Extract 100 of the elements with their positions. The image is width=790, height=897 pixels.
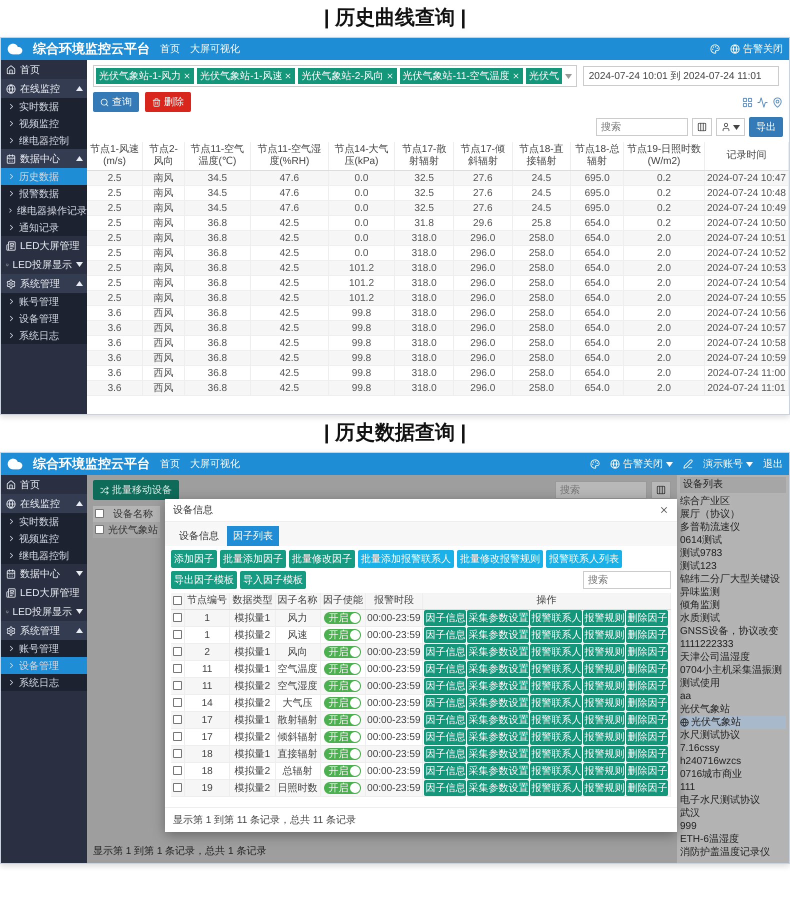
palette-icon[interactable] (590, 459, 600, 469)
checkbox[interactable] (95, 525, 104, 534)
row-action-button[interactable]: 采集参数设置 (467, 627, 530, 643)
checkbox[interactable] (173, 715, 182, 724)
row-action-button[interactable]: 删除因子 (626, 678, 668, 694)
action-button[interactable]: 批量修改因子 (289, 550, 355, 568)
row-action-button[interactable]: 报警联系人 (530, 610, 582, 626)
sidebar-item[interactable]: 首页 (1, 475, 87, 494)
filter-tag[interactable]: 光伏气 (526, 68, 562, 84)
sidebar-item[interactable]: 首页 (1, 60, 87, 79)
checkbox[interactable] (173, 630, 182, 640)
checkbox[interactable] (173, 783, 182, 792)
sidebar-item[interactable]: LED大屏管理 (1, 236, 87, 255)
row-action-button[interactable]: 采集参数设置 (467, 695, 530, 711)
row-action-button[interactable]: 因子信息 (424, 661, 466, 677)
device-item[interactable]: 1111222333 (680, 638, 786, 651)
nav-link[interactable]: 大屏可视化 (190, 42, 240, 56)
device-item[interactable]: 消防护盖温度记录仪 (680, 846, 786, 859)
device-item[interactable]: 测试使用 (680, 677, 786, 690)
device-item[interactable]: 测试9783 (680, 547, 786, 560)
action-button[interactable]: 报警联系人列表 (546, 550, 622, 568)
sidebar-subitem[interactable]: 继电器控制 (1, 547, 87, 564)
sidebar-subitem[interactable]: 继电器控制 (1, 132, 87, 149)
row-action-button[interactable]: 报警规则 (583, 695, 626, 711)
device-item[interactable]: 7.16cssy (680, 742, 786, 755)
device-item[interactable]: 武汉 (680, 807, 786, 820)
row-action-button[interactable]: 删除因子 (626, 746, 668, 762)
row-action-button[interactable]: 因子信息 (424, 678, 466, 694)
row-action-button[interactable]: 采集参数设置 (467, 780, 530, 796)
search-field[interactable]: 搜索 (596, 118, 688, 136)
action-button[interactable]: 导入因子模板 (240, 571, 306, 589)
row-action-button[interactable]: 删除因子 (626, 780, 668, 796)
device-item[interactable]: 多普勒流速仪 (680, 521, 786, 534)
tab[interactable]: 因子列表 (227, 526, 279, 546)
sidebar-item[interactable]: 数据中心 (1, 149, 87, 168)
search-field[interactable]: 搜索 (583, 571, 671, 589)
close-icon[interactable] (659, 505, 669, 515)
row-action-button[interactable]: 因子信息 (424, 695, 466, 711)
alarm-toggle[interactable]: 告警关闭 (610, 457, 673, 471)
sidebar-item[interactable]: LED投屏显示 (1, 255, 87, 274)
sidebar-subitem[interactable]: 通知记录 (1, 219, 87, 236)
sidebar-item[interactable]: LED投屏显示 (1, 602, 87, 621)
sidebar-item[interactable]: 在线监控 (1, 494, 87, 513)
row-action-button[interactable]: 报警规则 (583, 627, 626, 643)
device-item[interactable]: 水尺测试协议 (680, 729, 786, 742)
device-item[interactable]: 展厅（协议） (680, 508, 786, 521)
palette-icon[interactable] (710, 44, 720, 54)
row-action-button[interactable]: 删除因子 (626, 644, 668, 660)
row-action-button[interactable]: 删除因子 (626, 729, 668, 745)
filter-tag[interactable]: 光伏气象站-1-风力 (96, 68, 194, 84)
logout-link[interactable]: 退出 (763, 457, 783, 471)
columns-button[interactable] (692, 118, 712, 136)
device-item[interactable]: 999 (680, 820, 786, 833)
checkbox[interactable] (173, 613, 182, 622)
device-item[interactable]: 测试123 (680, 560, 786, 573)
row-action-button[interactable]: 报警联系人 (530, 729, 582, 745)
sidebar-subitem[interactable]: 设备管理 (1, 310, 87, 327)
sidebar-item[interactable]: LED大屏管理 (1, 583, 87, 602)
toggle-switch[interactable]: 开启 (324, 782, 362, 794)
row-action-button[interactable]: 采集参数设置 (467, 729, 530, 745)
sidebar-subitem[interactable]: 实时数据 (1, 98, 87, 115)
row-action-button[interactable]: 报警联系人 (530, 661, 582, 677)
row-action-button[interactable]: 删除因子 (626, 695, 668, 711)
tag-select[interactable]: 光伏气象站-1-风力 光伏气象站-1-风速 光伏气象站-2-风向 光伏气象站-11-空气温度 光伏气 (93, 65, 577, 87)
device-item[interactable]: 0704小主机采集温振测 (680, 664, 786, 677)
row-action-button[interactable]: 删除因子 (626, 661, 668, 677)
row-action-button[interactable]: 因子信息 (424, 763, 466, 779)
toggle-switch[interactable]: 开启 (324, 612, 362, 624)
row-action-button[interactable]: 报警联系人 (530, 746, 582, 762)
export-button[interactable]: 导出 (749, 117, 783, 137)
row-action-button[interactable]: 采集参数设置 (467, 712, 530, 728)
action-button[interactable]: 批量添加因子 (220, 550, 286, 568)
toggle-switch[interactable]: 开启 (324, 714, 362, 726)
checkbox[interactable] (173, 647, 182, 656)
row-action-button[interactable]: 采集参数设置 (467, 763, 530, 779)
toggle-switch[interactable]: 开启 (324, 680, 362, 692)
sidebar-item[interactable]: 数据中心 (1, 564, 87, 583)
sidebar-subitem[interactable]: 视频监控 (1, 115, 87, 132)
row-action-button[interactable]: 采集参数设置 (467, 678, 530, 694)
row-action-button[interactable]: 报警联系人 (530, 678, 582, 694)
nav-link[interactable]: 大屏可视化 (190, 457, 240, 471)
row-action-button[interactable]: 报警联系人 (530, 644, 582, 660)
row-action-button[interactable]: 因子信息 (424, 746, 466, 762)
row-action-button[interactable]: 采集参数设置 (467, 661, 530, 677)
row-action-button[interactable]: 报警规则 (583, 780, 626, 796)
row-action-button[interactable]: 报警联系人 (530, 695, 582, 711)
nav-link[interactable]: 首页 (160, 457, 180, 471)
checkbox[interactable] (173, 698, 182, 708)
row-action-button[interactable]: 因子信息 (424, 627, 466, 643)
device-item[interactable]: 电子水尺测试协议 (680, 794, 786, 807)
checkbox[interactable] (173, 766, 182, 776)
grid-icon[interactable] (742, 96, 753, 108)
toggle-switch[interactable]: 开启 (324, 765, 362, 777)
move-devices-button[interactable]: 批量移动设备 (93, 480, 179, 500)
action-button[interactable]: 批量添加报警联系人 (358, 550, 454, 568)
row-action-button[interactable]: 报警规则 (583, 610, 626, 626)
checkbox[interactable] (95, 509, 104, 518)
sidebar-subitem[interactable]: 视频监控 (1, 530, 87, 547)
toggle-switch[interactable]: 开启 (324, 646, 362, 658)
user-dropdown[interactable] (716, 118, 745, 136)
